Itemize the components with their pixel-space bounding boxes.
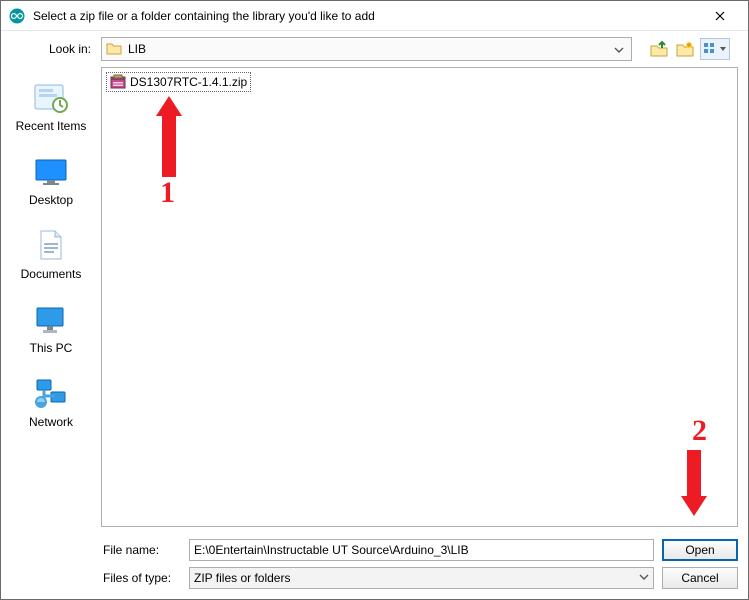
place-documents[interactable]: Documents <box>9 225 93 285</box>
filename-value: E:\0Entertain\Instructable UT Source\Ard… <box>194 543 469 557</box>
recent-items-icon <box>33 81 69 115</box>
lookin-label: Look in: <box>1 42 95 56</box>
place-network[interactable]: Network <box>9 373 93 433</box>
documents-icon <box>33 229 69 263</box>
annotation-arrow-2 <box>679 450 709 520</box>
annotation-number-2: 2 <box>692 414 707 448</box>
place-label: Network <box>29 415 73 429</box>
cancel-button[interactable]: Cancel <box>662 567 738 589</box>
place-label: Documents <box>21 267 82 281</box>
close-button[interactable] <box>700 2 740 30</box>
filetype-value: ZIP files or folders <box>194 571 290 585</box>
desktop-icon <box>33 155 69 189</box>
filename-label: File name: <box>101 543 181 557</box>
zip-file-icon <box>110 74 126 90</box>
arduino-icon <box>9 8 25 24</box>
place-recent-items[interactable]: Recent Items <box>9 77 93 137</box>
new-folder-button[interactable] <box>674 38 696 60</box>
place-this-pc[interactable]: This PC <box>9 299 93 359</box>
chevron-down-icon <box>611 42 627 58</box>
up-one-level-button[interactable] <box>648 38 670 60</box>
view-menu-button[interactable] <box>700 38 730 60</box>
places-bar: Recent Items Desktop <box>1 67 101 599</box>
lookin-row: Look in: LIB <box>1 31 748 67</box>
network-icon <box>33 377 69 411</box>
filename-input[interactable]: E:\0Entertain\Instructable UT Source\Ard… <box>189 539 654 561</box>
lookin-dropdown[interactable]: LIB <box>101 37 632 61</box>
cancel-button-label: Cancel <box>681 571 718 585</box>
open-button-label: Open <box>685 543 714 557</box>
filetype-label: Files of type: <box>101 571 181 585</box>
place-label: Desktop <box>29 193 73 207</box>
folder-icon <box>106 41 122 57</box>
this-pc-icon <box>33 303 69 337</box>
file-dialog: Select a zip file or a folder containing… <box>0 0 749 600</box>
annotation-arrow-1 <box>154 92 184 177</box>
bottom-panel: File name: E:\0Entertain\Instructable UT… <box>101 527 738 589</box>
chevron-down-icon <box>639 571 649 585</box>
dialog-title: Select a zip file or a folder containing… <box>33 9 700 23</box>
lookin-toolbar <box>638 38 736 60</box>
open-button[interactable]: Open <box>662 539 738 561</box>
file-list-pane[interactable]: DS1307RTC-1.4.1.zip 1 2 <box>101 67 738 527</box>
titlebar: Select a zip file or a folder containing… <box>1 1 748 31</box>
file-name-label: DS1307RTC-1.4.1.zip <box>130 75 247 89</box>
filetype-dropdown[interactable]: ZIP files or folders <box>189 567 654 589</box>
file-item-zip[interactable]: DS1307RTC-1.4.1.zip <box>106 72 251 92</box>
annotation-number-1: 1 <box>160 176 175 210</box>
place-desktop[interactable]: Desktop <box>9 151 93 211</box>
place-label: This PC <box>30 341 73 355</box>
lookin-value: LIB <box>128 42 146 56</box>
place-label: Recent Items <box>16 119 87 133</box>
